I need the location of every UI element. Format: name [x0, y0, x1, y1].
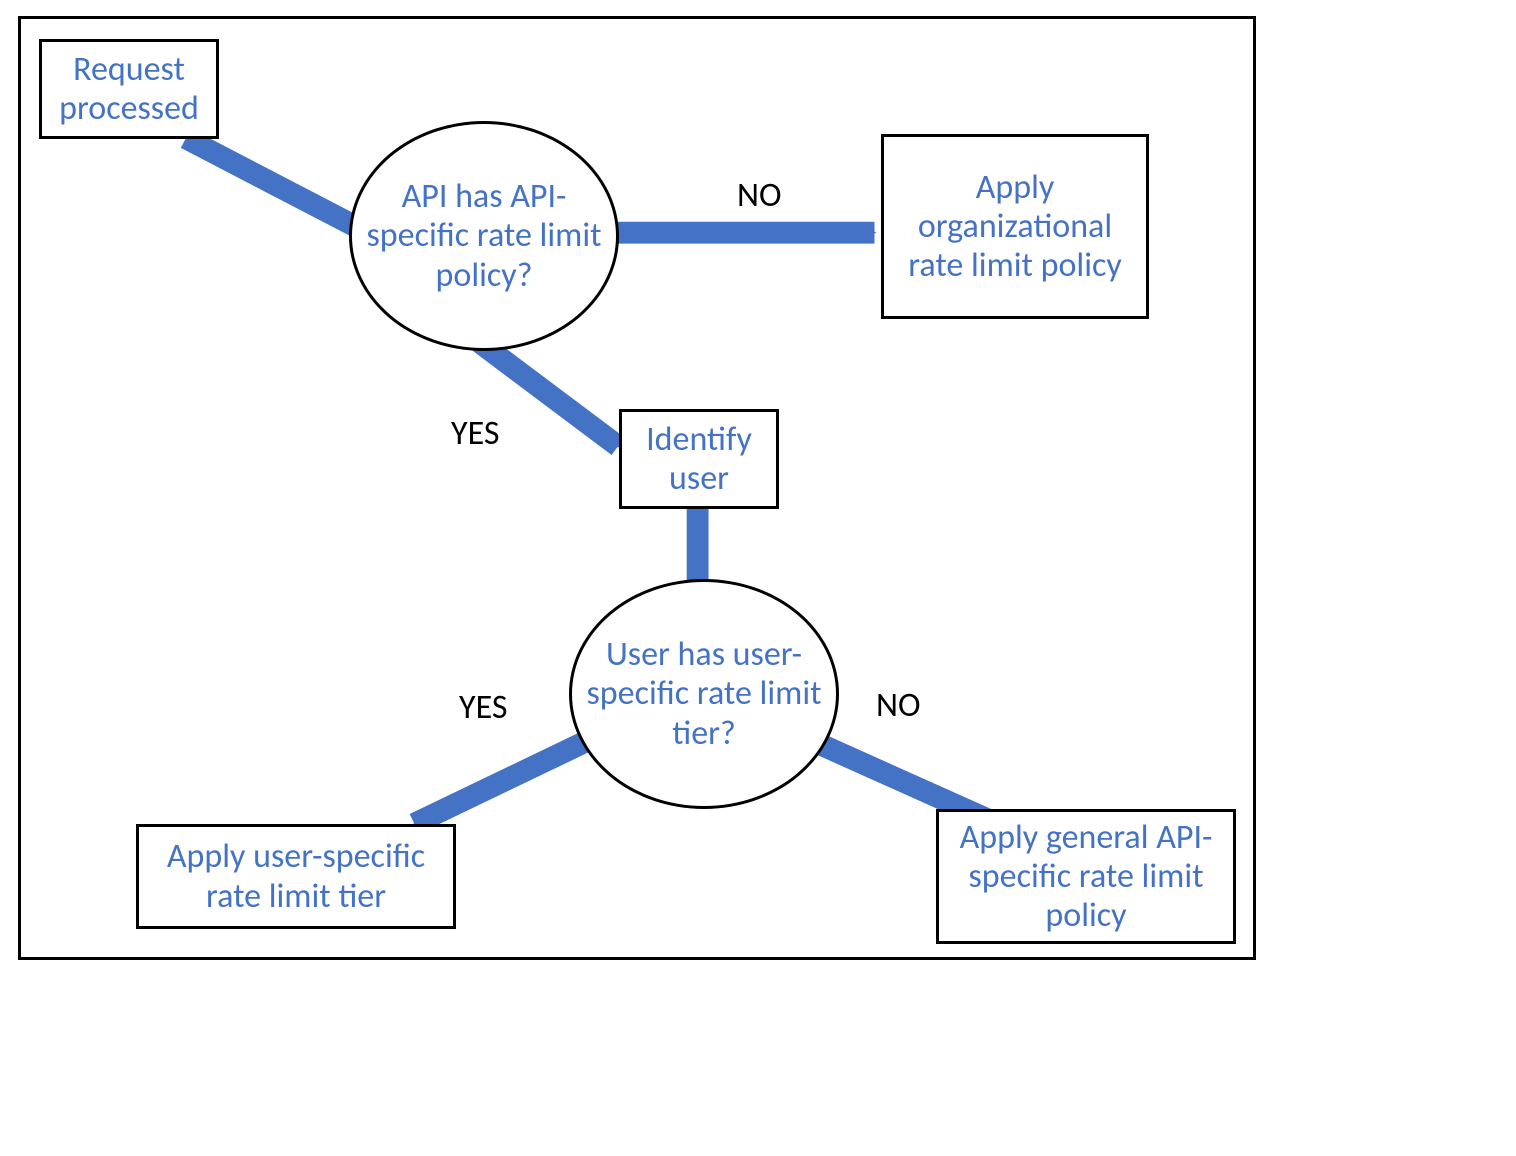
node-apply-general-api-policy: Apply general API-specific rate limit po…: [936, 809, 1236, 944]
node-apply-org-policy-label: Apply organizational rate limit policy: [890, 168, 1140, 285]
node-apply-org-policy: Apply organizational rate limit policy: [881, 134, 1149, 319]
node-apply-user-tier: Apply user-specific rate limit tier: [136, 824, 456, 929]
diagram-canvas: Request processed API has API-specific r…: [0, 0, 1516, 1156]
node-identify-user-label: Identify user: [628, 420, 770, 498]
node-request-processed-label: Request processed: [48, 50, 210, 128]
edge-label-api-no: NO: [737, 179, 781, 213]
edge-label-api-yes: YES: [451, 417, 499, 451]
edge-label-user-no: NO: [876, 689, 920, 723]
node-apply-user-tier-label: Apply user-specific rate limit tier: [145, 837, 447, 915]
node-request-processed: Request processed: [39, 39, 219, 139]
node-identify-user: Identify user: [619, 409, 779, 509]
diagram-frame: Request processed API has API-specific r…: [18, 16, 1256, 960]
edge-label-user-yes: YES: [459, 691, 507, 725]
decision-api-specific-policy: API has API-specific rate limit policy?: [349, 121, 619, 351]
decision-user-specific-tier: User has user-specific rate limit tier?: [569, 579, 839, 809]
decision-api-specific-policy-label: API has API-specific rate limit policy?: [360, 177, 608, 294]
decision-user-specific-tier-label: User has user-specific rate limit tier?: [580, 635, 828, 752]
node-apply-general-api-policy-label: Apply general API-specific rate limit po…: [945, 818, 1227, 935]
